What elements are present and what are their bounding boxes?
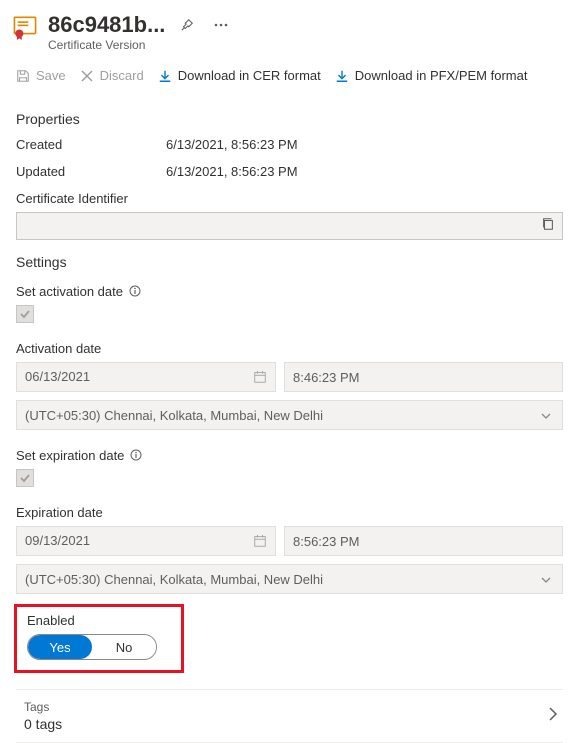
download-icon [335,69,349,83]
enabled-highlight: Enabled Yes No [14,604,184,673]
toolbar: Save Discard Download in CER format Down… [0,58,579,97]
chevron-down-icon [540,574,552,589]
page-title: 86c9481b... [48,12,165,38]
settings-heading: Settings [16,254,563,270]
tags-row[interactable]: Tags 0 tags [16,689,563,743]
discard-button: Discard [80,68,144,83]
discard-icon [80,69,94,83]
download-pfx-button[interactable]: Download in PFX/PEM format [335,68,528,83]
activation-checkbox [16,305,34,323]
set-activation-label: Set activation date [16,284,123,299]
chevron-right-icon [547,706,559,727]
expiration-date-heading: Expiration date [16,505,103,520]
updated-value: 6/13/2021, 8:56:23 PM [166,164,298,179]
created-label: Created [16,137,166,152]
enabled-label: Enabled [27,613,171,628]
chevron-down-icon [540,410,552,425]
cert-id-label: Certificate Identifier [16,191,128,206]
calendar-icon [253,370,267,387]
copy-icon[interactable] [541,217,557,233]
cert-id-input[interactable] [16,212,563,240]
enabled-no[interactable]: No [92,635,156,659]
activation-tz-select[interactable]: (UTC+05:30) Chennai, Kolkata, Mumbai, Ne… [16,400,563,430]
page-header: 86c9481b... Certificate Version [0,0,579,58]
expiration-time-input[interactable]: 8:56:23 PM [284,526,563,556]
save-button: Save [16,68,66,83]
updated-label: Updated [16,164,166,179]
download-icon [158,69,172,83]
activation-date-heading: Activation date [16,341,101,356]
tags-count: 0 tags [24,716,62,732]
pin-icon[interactable] [175,13,199,37]
info-icon[interactable] [130,449,143,462]
expiration-date-input[interactable]: 09/13/2021 [16,526,276,556]
save-icon [16,69,30,83]
download-cer-button[interactable]: Download in CER format [158,68,321,83]
page-subtitle: Certificate Version [48,38,563,52]
more-icon[interactable] [209,13,233,37]
properties-heading: Properties [16,111,563,127]
enabled-yes[interactable]: Yes [28,635,92,659]
calendar-icon [253,534,267,551]
set-expiration-label: Set expiration date [16,448,124,463]
certificate-icon [12,14,38,40]
enabled-toggle[interactable]: Yes No [27,634,157,660]
expiration-checkbox [16,469,34,487]
activation-date-input[interactable]: 06/13/2021 [16,362,276,392]
created-value: 6/13/2021, 8:56:23 PM [166,137,298,152]
info-icon[interactable] [129,285,142,298]
expiration-tz-select[interactable]: (UTC+05:30) Chennai, Kolkata, Mumbai, Ne… [16,564,563,594]
activation-time-input[interactable]: 8:46:23 PM [284,362,563,392]
tags-label: Tags [24,700,62,714]
